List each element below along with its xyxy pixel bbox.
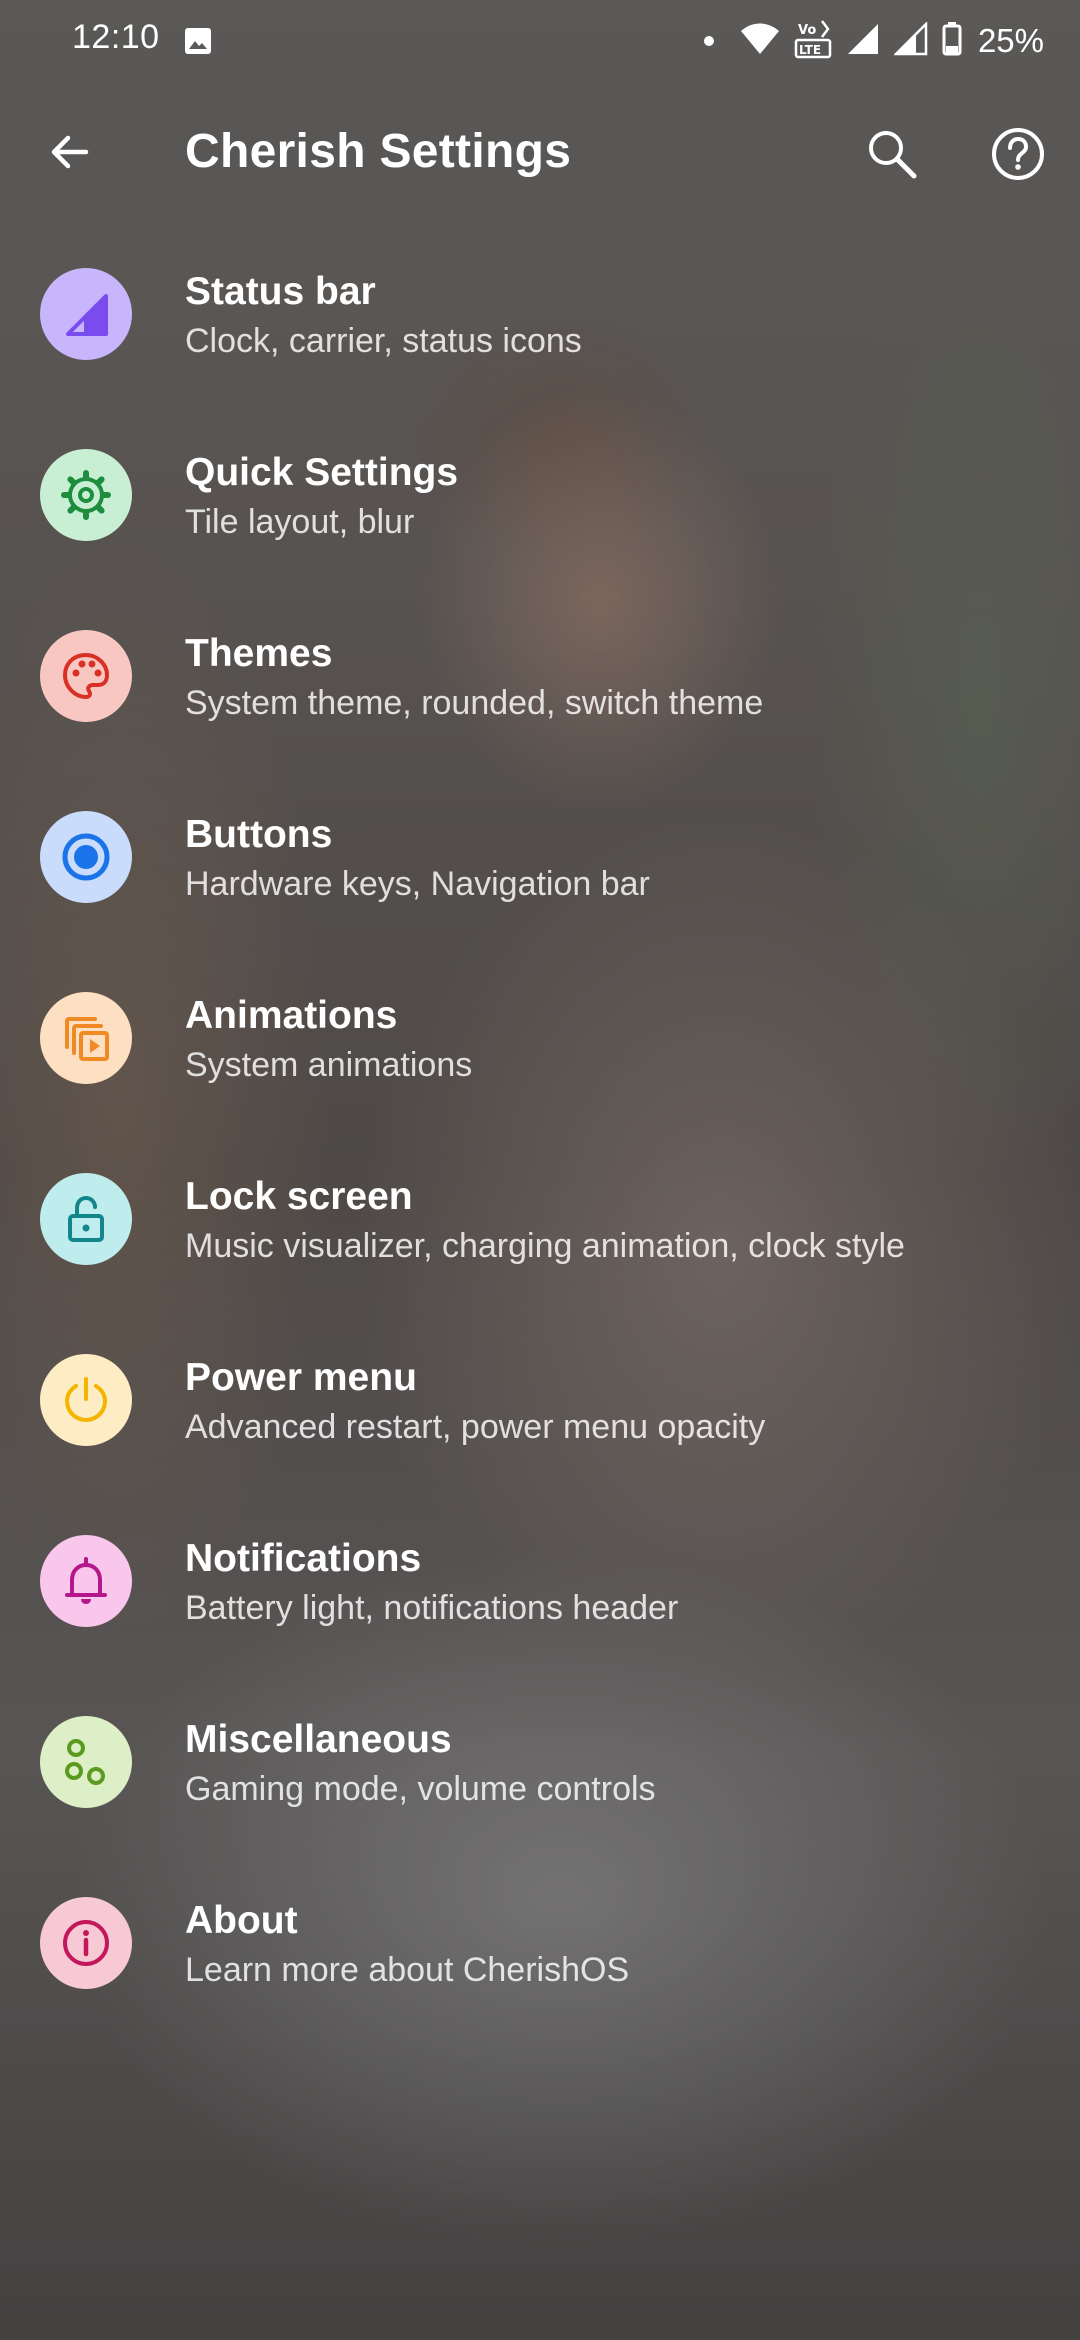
svg-text:Vo: Vo (798, 23, 816, 38)
back-button[interactable] (38, 120, 102, 184)
setting-item-quick-settings[interactable]: Quick Settings Tile layout, blur (0, 405, 1080, 586)
setting-summary: Gaming mode, volume controls (185, 1770, 656, 1808)
setting-item-lock-screen[interactable]: Lock screen Music visualizer, charging a… (0, 1129, 1080, 1310)
image-icon (183, 26, 213, 56)
settings-screen: 12:10 Vo LTE 25% Cherish Settings Status… (0, 0, 1080, 2340)
search-button[interactable] (858, 120, 926, 188)
status-bar-icon (40, 268, 132, 360)
setting-item-miscellaneous[interactable]: Miscellaneous Gaming mode, volume contro… (0, 1672, 1080, 1853)
setting-summary: Hardware keys, Navigation bar (185, 865, 650, 903)
setting-summary: Tile layout, blur (185, 503, 415, 541)
setting-item-status-bar[interactable]: Status bar Clock, carrier, status icons (0, 224, 1080, 405)
setting-summary: System animations (185, 1046, 473, 1084)
setting-title: About (185, 1899, 298, 1942)
setting-title: Notifications (185, 1537, 422, 1580)
setting-summary: Battery light, notifications header (185, 1589, 679, 1627)
setting-title: Themes (185, 632, 333, 675)
search-icon (869, 131, 917, 179)
setting-summary: Clock, carrier, status icons (185, 322, 582, 360)
help-icon (992, 128, 1044, 180)
setting-item-themes[interactable]: Themes System theme, rounded, switch the… (0, 586, 1080, 767)
arrow-back-icon (51, 135, 89, 169)
setting-summary: Music visualizer, charging animation, cl… (185, 1227, 905, 1265)
setting-title: Status bar (185, 270, 376, 313)
setting-item-notifications[interactable]: Notifications Battery light, notificatio… (0, 1491, 1080, 1672)
battery-percentage: 25% (977, 22, 1044, 59)
status-bar: 12:10 Vo LTE 25% (0, 0, 1080, 84)
svg-text:LTE: LTE (799, 43, 821, 57)
slideshow-icon (40, 992, 132, 1084)
notification-dot-icon (703, 36, 714, 46)
battery-icon (942, 21, 962, 61)
bubbles-icon (40, 1716, 132, 1808)
setting-title: Lock screen (185, 1175, 413, 1218)
setting-summary: Advanced restart, power menu opacity (185, 1408, 766, 1446)
info-icon (40, 1897, 132, 1989)
gear-icon (40, 449, 132, 541)
setting-title: Power menu (185, 1356, 417, 1399)
status-icons: Vo LTE 25% (703, 16, 1044, 66)
page-title: Cherish Settings (185, 125, 572, 178)
lock-open-icon (40, 1173, 132, 1265)
signal-icon (892, 20, 928, 61)
power-icon (40, 1354, 132, 1446)
setting-item-about[interactable]: About Learn more about CherishOS (0, 1853, 1080, 2034)
wifi-icon (740, 22, 780, 61)
radio-button-icon (40, 811, 132, 903)
setting-item-power-menu[interactable]: Power menu Advanced restart, power menu … (0, 1310, 1080, 1491)
status-time: 12:10 (72, 18, 160, 56)
setting-summary: System theme, rounded, switch theme (185, 684, 764, 722)
palette-icon (40, 630, 132, 722)
signal-icon (846, 22, 880, 61)
help-button[interactable] (984, 120, 1052, 188)
setting-title: Miscellaneous (185, 1718, 452, 1761)
setting-summary: Learn more about CherishOS (185, 1951, 630, 1989)
setting-item-buttons[interactable]: Buttons Hardware keys, Navigation bar (0, 767, 1080, 948)
settings-list: Status bar Clock, carrier, status icons … (0, 224, 1080, 2034)
setting-title: Quick Settings (185, 451, 459, 494)
setting-title: Animations (185, 994, 398, 1037)
setting-title: Buttons (185, 813, 333, 856)
setting-item-animations[interactable]: Animations System animations (0, 948, 1080, 1129)
bell-icon (40, 1535, 132, 1627)
app-bar: Cherish Settings (0, 110, 1080, 194)
volte-lte-icon: Vo LTE (794, 19, 832, 64)
